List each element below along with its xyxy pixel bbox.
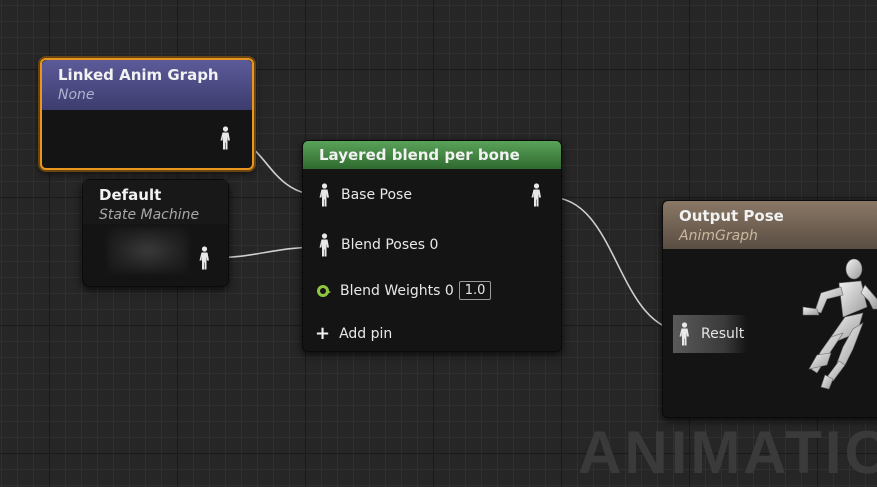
output-pose-pin-icon[interactable] [531, 183, 542, 207]
node-header: Output Pose AnimGraph [663, 201, 877, 249]
node-title: Linked Anim Graph [58, 66, 219, 84]
node-title: Default [99, 186, 162, 204]
float-pin-icon[interactable] [317, 284, 331, 297]
node-subtitle: None [58, 87, 95, 103]
node-subtitle: State Machine [99, 207, 200, 223]
layered-blend-per-bone-node[interactable]: Layered blend per bone Base Pose Blend P… [302, 140, 562, 352]
base-pose-pin-row[interactable]: Base Pose [319, 183, 412, 207]
node-title: Output Pose [679, 207, 784, 225]
node-header: Default State Machine [83, 180, 228, 224]
blend-poses-label: Blend Poses 0 [341, 237, 439, 253]
add-pin-button[interactable]: + Add pin [315, 323, 393, 344]
result-label: Result [701, 326, 745, 342]
linked-anim-graph-node[interactable]: Linked Anim Graph None [40, 58, 254, 170]
pose-pin-icon[interactable] [319, 183, 330, 207]
node-subtitle: AnimGraph [679, 228, 758, 244]
pose-pin-icon[interactable] [319, 233, 330, 257]
output-pose-node[interactable]: Output Pose AnimGraph Result [662, 200, 877, 418]
add-pin-label: Add pin [339, 326, 393, 342]
blend-weights-pin-row[interactable]: Blend Weights 0 1.0 [317, 281, 492, 300]
base-pose-label: Base Pose [341, 187, 412, 203]
pose-pin-icon[interactable] [199, 246, 210, 270]
blend-poses-pin-row[interactable]: Blend Poses 0 [319, 233, 438, 257]
node-header: Linked Anim Graph None [42, 60, 252, 110]
blend-weights-label: Blend Weights 0 [340, 282, 454, 299]
pose-pin-icon[interactable] [220, 126, 231, 150]
graph-watermark: ANIMATIO [578, 419, 877, 486]
plus-icon: + [315, 323, 331, 344]
result-pin-row[interactable]: Result [673, 315, 747, 353]
blend-weights-value-input[interactable]: 1.0 [458, 281, 492, 300]
node-title: Layered blend per bone [319, 146, 520, 164]
pose-pin-icon[interactable] [679, 322, 690, 346]
state-preview-glow [108, 228, 188, 273]
default-state-machine-node[interactable]: Default State Machine [82, 179, 229, 287]
node-header: Layered blend per bone [303, 141, 561, 169]
mannequin-preview [802, 258, 877, 390]
